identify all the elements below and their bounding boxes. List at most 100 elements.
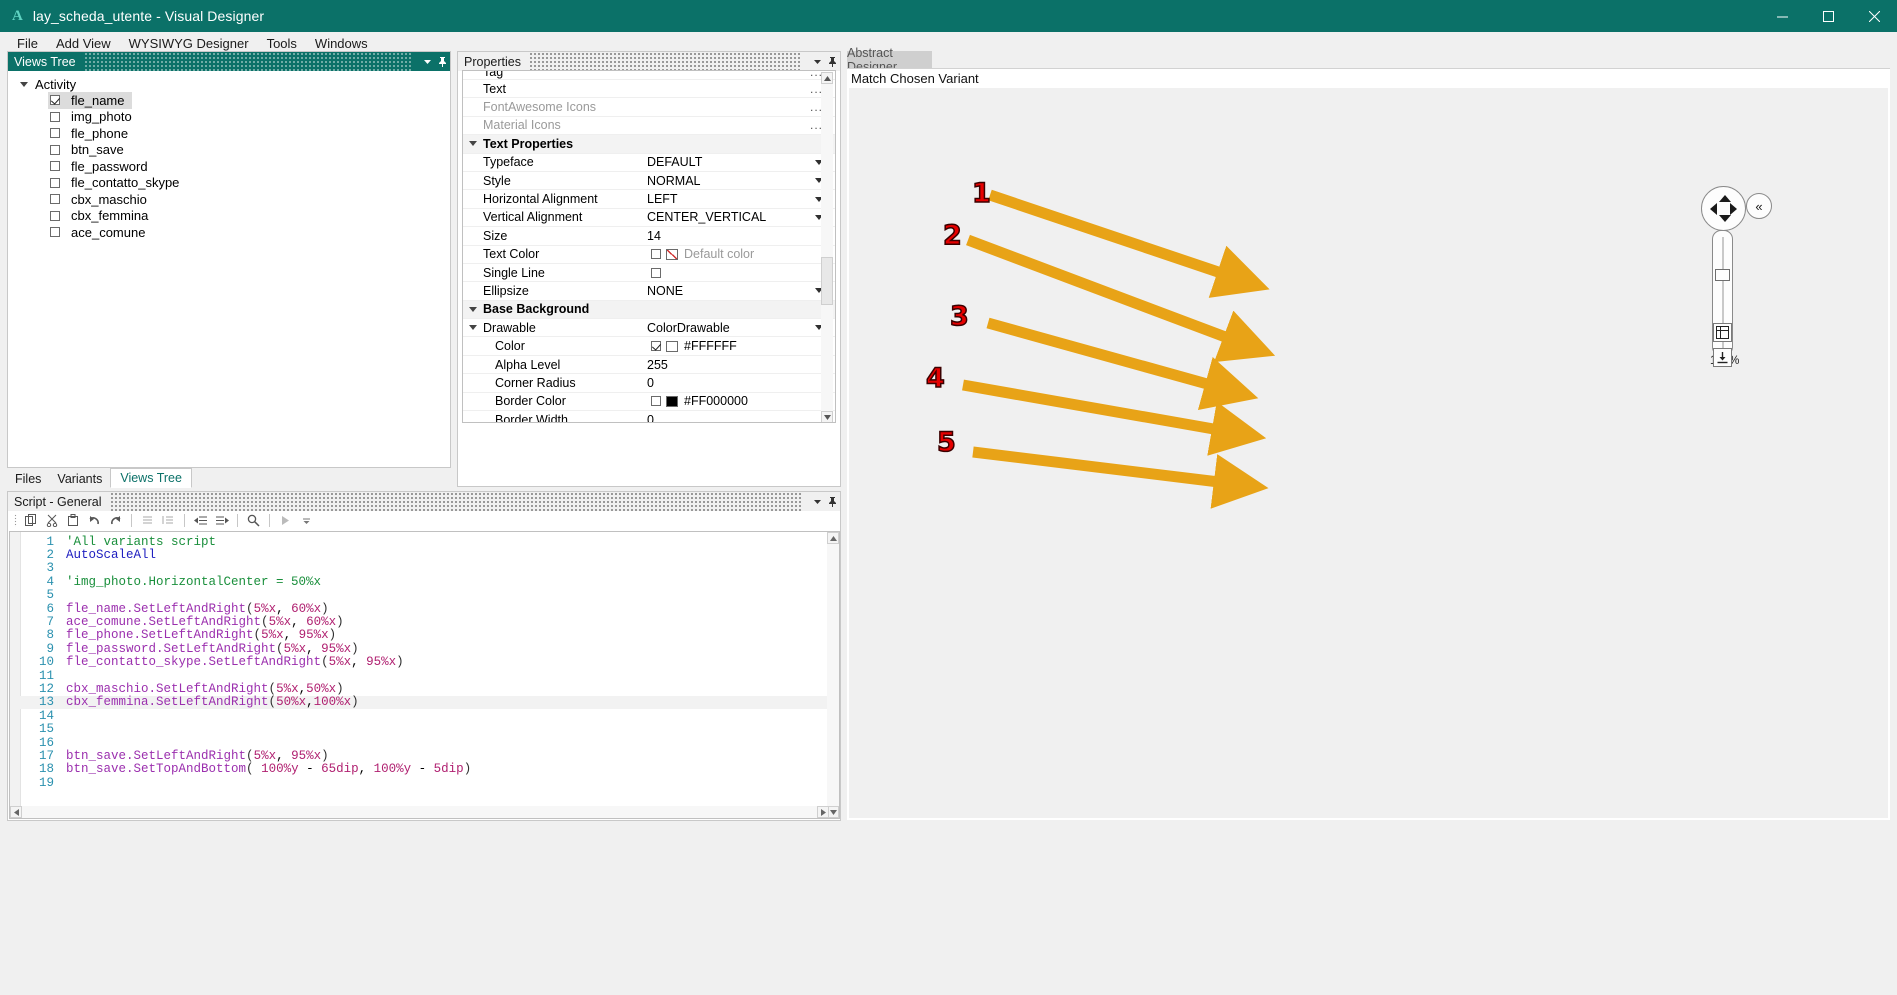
property-row-border-width[interactable]: Border Width0 bbox=[463, 411, 835, 423]
code-horizontal-scrollbar[interactable] bbox=[10, 806, 829, 818]
navigation-pad-icon[interactable] bbox=[1701, 186, 1746, 231]
indent-icon[interactable] bbox=[212, 512, 231, 529]
property-row-typeface[interactable]: TypefaceDEFAULT bbox=[463, 154, 835, 172]
tab-variants[interactable]: Variants bbox=[49, 470, 110, 488]
property-color-enable-checkbox[interactable] bbox=[651, 341, 661, 351]
undo-icon[interactable] bbox=[85, 512, 104, 529]
grid-icon[interactable] bbox=[1713, 323, 1732, 342]
checkbox-btn_save[interactable] bbox=[50, 145, 60, 155]
zoom-slider-thumb[interactable] bbox=[1715, 269, 1730, 281]
property-value[interactable] bbox=[645, 268, 835, 278]
pan-left-icon[interactable] bbox=[1710, 203, 1717, 215]
property-row-corner-radius[interactable]: Corner Radius0 bbox=[463, 374, 835, 392]
tab-files[interactable]: Files bbox=[7, 470, 49, 488]
code-line[interactable]: 9fle_password.SetLeftAndRight(5%x, 95%x) bbox=[10, 642, 839, 655]
property-row-horizontal-alignment[interactable]: Horizontal AlignmentLEFT bbox=[463, 190, 835, 208]
comment-icon[interactable] bbox=[138, 512, 157, 529]
property-value[interactable]: 255 bbox=[645, 358, 835, 372]
checkbox-cbx_femmina[interactable] bbox=[50, 211, 60, 221]
scroll-up-icon[interactable] bbox=[821, 72, 833, 84]
chevron-down-icon[interactable] bbox=[810, 492, 825, 511]
scroll-left-icon[interactable] bbox=[10, 806, 22, 818]
abstract-designer-canvas[interactable]: « 100% fle_nameimg_photoace_comunefle_ph… bbox=[849, 88, 1888, 818]
code-line[interactable]: 16 bbox=[10, 736, 839, 749]
tree-item-fle_contatto_skype[interactable]: fle_contatto_skype bbox=[8, 175, 450, 192]
subgroup-expander-icon[interactable] bbox=[469, 325, 477, 330]
code-line[interactable]: 18btn_save.SetTopAndBottom( 100%y - 65di… bbox=[10, 763, 839, 776]
pin-icon[interactable] bbox=[435, 52, 450, 71]
overflow-icon[interactable] bbox=[297, 512, 316, 529]
toolbar-grip[interactable] bbox=[14, 514, 17, 527]
tab-abstract-designer[interactable]: Abstract Designer bbox=[847, 51, 932, 68]
property-value[interactable]: 0 bbox=[645, 376, 835, 390]
properties-scrollbar[interactable] bbox=[821, 72, 833, 423]
checkbox-fle_name[interactable] bbox=[50, 95, 60, 105]
group-expander-icon[interactable] bbox=[469, 141, 477, 146]
chevron-down-icon[interactable] bbox=[420, 52, 435, 71]
property-row-color[interactable]: Color#FFFFFF bbox=[463, 337, 835, 355]
pan-right-icon[interactable] bbox=[1730, 203, 1737, 215]
tree-item-fle_name[interactable]: fle_name bbox=[8, 92, 450, 109]
scroll-right-icon[interactable] bbox=[817, 806, 829, 818]
pin-icon[interactable] bbox=[825, 492, 840, 511]
pan-down-icon[interactable] bbox=[1719, 215, 1731, 222]
property-row-drawable[interactable]: DrawableColorDrawable bbox=[463, 319, 835, 337]
color-swatch[interactable] bbox=[666, 249, 678, 260]
group-expander-icon[interactable] bbox=[469, 307, 477, 312]
tree-item-fle_phone[interactable]: fle_phone bbox=[8, 125, 450, 142]
code-line[interactable]: 8fle_phone.SetLeftAndRight(5%x, 95%x) bbox=[10, 629, 839, 642]
property-value[interactable]: LEFT bbox=[645, 192, 835, 206]
tree-item-ace_comune[interactable]: ace_comune bbox=[8, 224, 450, 241]
code-line[interactable]: 11 bbox=[10, 669, 839, 682]
collapse-button[interactable]: « bbox=[1746, 193, 1772, 219]
redo-icon[interactable] bbox=[106, 512, 125, 529]
checkbox-fle_password[interactable] bbox=[50, 161, 60, 171]
property-row-text-color[interactable]: Text ColorDefault color bbox=[463, 246, 835, 264]
property-value[interactable]: ... bbox=[645, 118, 835, 132]
property-value[interactable]: NORMAL bbox=[645, 174, 835, 188]
paste-icon[interactable] bbox=[64, 512, 83, 529]
property-row-fontawesome-icons[interactable]: FontAwesome Icons... bbox=[463, 98, 835, 116]
property-value[interactable]: #FF000000 bbox=[645, 394, 835, 408]
tree-root-activity[interactable]: Activity bbox=[8, 76, 450, 92]
property-value[interactable]: #FFFFFF bbox=[645, 339, 835, 353]
code-line[interactable]: 7ace_comune.SetLeftAndRight(5%x, 60%x) bbox=[10, 615, 839, 628]
property-row-text[interactable]: Text... bbox=[463, 80, 835, 98]
scroll-down-icon[interactable] bbox=[821, 411, 833, 423]
property-value[interactable]: NONE bbox=[645, 284, 835, 298]
scrollbar-thumb[interactable] bbox=[821, 257, 833, 305]
property-value[interactable]: DEFAULT bbox=[645, 155, 835, 169]
close-icon[interactable] bbox=[1851, 0, 1897, 32]
code-line[interactable]: 17btn_save.SetLeftAndRight(5%x, 95%x) bbox=[10, 749, 839, 762]
property-row-border-color[interactable]: Border Color#FF000000 bbox=[463, 393, 835, 411]
search-icon[interactable] bbox=[244, 512, 263, 529]
property-value[interactable]: ColorDrawable bbox=[645, 321, 835, 335]
code-line[interactable]: 10fle_contatto_skype.SetLeftAndRight(5%x… bbox=[10, 656, 839, 669]
code-line[interactable]: 1'All variants script bbox=[10, 535, 839, 548]
code-line[interactable]: 5 bbox=[10, 589, 839, 602]
property-value[interactable]: Default color bbox=[645, 247, 835, 261]
code-line[interactable]: 3 bbox=[10, 562, 839, 575]
code-editor[interactable]: 1'All variants script2AutoScaleAll34'img… bbox=[9, 531, 840, 819]
color-swatch[interactable] bbox=[666, 396, 678, 407]
code-line[interactable]: 14 bbox=[10, 709, 839, 722]
property-value[interactable]: CENTER_VERTICAL bbox=[645, 210, 835, 224]
property-value[interactable]: ... bbox=[645, 71, 835, 79]
checkbox-fle_phone[interactable] bbox=[50, 128, 60, 138]
property-row-style[interactable]: StyleNORMAL bbox=[463, 172, 835, 190]
expander-icon[interactable] bbox=[20, 82, 28, 87]
property-row-material-icons[interactable]: Material Icons... bbox=[463, 117, 835, 135]
code-line[interactable]: 15 bbox=[10, 722, 839, 735]
run-icon[interactable] bbox=[276, 512, 295, 529]
property-row-size[interactable]: Size14 bbox=[463, 227, 835, 245]
properties-grid[interactable]: Tag...Text...FontAwesome Icons...Materia… bbox=[462, 70, 836, 423]
maximize-icon[interactable] bbox=[1805, 0, 1851, 32]
copy-icon[interactable] bbox=[22, 512, 41, 529]
property-row-single-line[interactable]: Single Line bbox=[463, 264, 835, 282]
outdent-icon[interactable] bbox=[191, 512, 210, 529]
scroll-up-icon[interactable] bbox=[827, 532, 839, 544]
tree-item-btn_save[interactable]: btn_save bbox=[8, 142, 450, 159]
code-line[interactable]: 6fle_name.SetLeftAndRight(5%x, 60%x) bbox=[10, 602, 839, 615]
property-value[interactable]: ... bbox=[645, 100, 835, 114]
tree-item-cbx_femmina[interactable]: cbx_femmina bbox=[8, 208, 450, 225]
